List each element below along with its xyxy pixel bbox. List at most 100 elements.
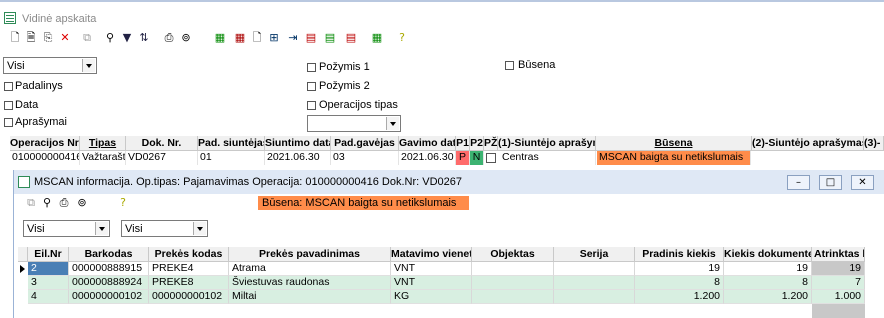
col-p1[interactable]: P1 bbox=[456, 136, 470, 151]
close-icon[interactable]: ✕ bbox=[851, 175, 874, 190]
child-filter1-select[interactable]: Visi bbox=[23, 220, 110, 237]
cell-dokumente: 1.200 bbox=[724, 290, 812, 304]
cell-dokumente: 19 bbox=[724, 262, 812, 276]
page-icon[interactable]: 🗋 bbox=[251, 32, 263, 44]
operacijos-tipas-checkbox[interactable] bbox=[307, 101, 316, 110]
col-siuntejo-aprasymas-1[interactable]: (1)-Siuntėjo aprašymas bbox=[498, 136, 596, 151]
child-window-title: MSCAN informacija. Op.tipas: Pajamavimas… bbox=[34, 176, 462, 188]
tree-icon[interactable]: ⚲ bbox=[41, 197, 53, 209]
delete-icon[interactable]: ✕ bbox=[59, 32, 71, 44]
bulb-icon[interactable]: ? bbox=[396, 32, 408, 44]
padalinys-checkbox[interactable] bbox=[4, 82, 13, 91]
col-operacijos-nr[interactable]: Operacijos Nr. bbox=[10, 136, 80, 151]
scope-select[interactable]: Visi bbox=[3, 57, 97, 74]
cell-serija bbox=[554, 290, 635, 304]
cell-eil-nr: 2 bbox=[28, 262, 69, 276]
copy-doc-icon[interactable]: ⎘ bbox=[42, 32, 54, 44]
col-objektas[interactable]: Objektas bbox=[472, 247, 554, 262]
cell-pavadinimas: Atrama bbox=[229, 262, 391, 276]
col-barkodas[interactable]: Barkodas bbox=[69, 247, 149, 262]
col-pad-gavejas[interactable]: Pad.gavėjas bbox=[331, 136, 399, 151]
bulb-icon[interactable]: ? bbox=[117, 197, 129, 209]
cell-siuntejo-aprasymas: Centras bbox=[498, 151, 596, 165]
new-doc-icon[interactable]: 🗋 bbox=[9, 32, 21, 44]
pozymis2-label: Požymis 2 bbox=[319, 80, 370, 92]
cell-siuntimo-data: 2021.06.30 bbox=[265, 151, 331, 165]
child-filter2-select[interactable]: Visi bbox=[121, 220, 208, 237]
minimize-icon[interactable]: – bbox=[787, 175, 810, 190]
col-3[interactable]: (3)- bbox=[864, 136, 884, 151]
binoculars-icon[interactable]: ⊚ bbox=[76, 197, 88, 209]
calendar-up-icon[interactable]: ▤ bbox=[324, 32, 336, 44]
col-pradinis-kiekis[interactable]: Pradinis kiekis bbox=[635, 247, 724, 262]
cell-pavadinimas: Šviestuvas raudonas bbox=[229, 276, 391, 290]
col-siuntimo-data[interactable]: Siuntimo data bbox=[265, 136, 331, 151]
col-prekes-kodas[interactable]: Prekės kodas bbox=[149, 247, 229, 262]
cell-matavimo: VNT bbox=[391, 262, 472, 276]
data-label: Data bbox=[15, 99, 39, 111]
cell-atrinktas: 1.000 bbox=[812, 290, 865, 304]
binoculars-icon[interactable]: ⊚ bbox=[180, 32, 192, 44]
col-kiekis-dokumente[interactable]: Kiekis dokumente bbox=[724, 247, 812, 262]
col-siuntejo-aprasymas-2[interactable]: (2)-Siuntėjo aprašymas bbox=[752, 136, 864, 151]
cell-gavimo-data: 2021.06.30 bbox=[399, 151, 456, 165]
col-gavimo-data[interactable]: Gavimo data bbox=[399, 136, 456, 151]
cell-objektas bbox=[472, 276, 554, 290]
pozymis2-checkbox[interactable] bbox=[307, 82, 316, 91]
col-dok-nr[interactable]: Dok. Nr. bbox=[126, 136, 198, 151]
app-icon bbox=[4, 12, 16, 24]
busena-checkbox[interactable] bbox=[505, 61, 514, 70]
cell-atrinktas: 7 bbox=[812, 276, 865, 290]
grid-add-icon[interactable]: ▦ bbox=[214, 32, 226, 44]
sort-icon[interactable]: ⇅ bbox=[138, 32, 150, 44]
calendar-x-icon[interactable]: ▤ bbox=[345, 32, 357, 44]
duplicate-icon[interactable]: ⧉ bbox=[81, 32, 93, 44]
aprasymai-checkbox[interactable] bbox=[4, 118, 13, 127]
table-row[interactable]: 2 000000888915 PREKE4 Atrama VNT 19 19 1… bbox=[18, 262, 884, 276]
cell-barkodas: 000000000102 bbox=[69, 290, 149, 304]
arrow-in-icon[interactable]: ⇥ bbox=[287, 32, 299, 44]
window-icon bbox=[18, 176, 30, 188]
col-eil-nr[interactable]: Eil.Nr bbox=[28, 247, 69, 262]
cell-pad-gavejas: 03 bbox=[331, 151, 399, 165]
col-pz[interactable]: PŽ bbox=[484, 136, 498, 151]
chevron-down-icon bbox=[193, 222, 206, 235]
tree-icon[interactable]: ⚲ bbox=[104, 32, 116, 44]
data-checkbox[interactable] bbox=[4, 101, 13, 110]
cell-barkodas: 000000888924 bbox=[69, 276, 149, 290]
copy-icon[interactable]: ⧉ bbox=[25, 197, 37, 209]
grid-edit-icon[interactable]: ▦ bbox=[234, 32, 246, 44]
cell-pz-checkbox[interactable] bbox=[486, 153, 496, 163]
print-icon[interactable]: ⎙ bbox=[163, 32, 175, 44]
link-icon[interactable]: ⊞ bbox=[268, 32, 280, 44]
col-p2[interactable]: P2 bbox=[470, 136, 484, 151]
col-busena[interactable]: Būsena bbox=[596, 136, 752, 151]
table-row[interactable]: 4 000000000102 000000000102 Miltai KG 1.… bbox=[18, 290, 884, 304]
grid-new-icon[interactable]: ▦ bbox=[371, 32, 383, 44]
calendar-icon[interactable]: ▤ bbox=[305, 32, 317, 44]
filter-icon[interactable]: ▼ bbox=[121, 32, 133, 44]
aprasymai-label: Aprašymai bbox=[15, 116, 67, 128]
maximize-icon[interactable]: □ bbox=[819, 175, 842, 190]
col-matavimo-vienetas[interactable]: Matavimo vienetas bbox=[391, 247, 472, 262]
doc-icon[interactable]: 🗎 bbox=[25, 32, 37, 44]
col-prekes-pavadinimas[interactable]: Prekės pavadinimas bbox=[229, 247, 391, 262]
cell-serija bbox=[554, 276, 635, 290]
print-icon[interactable]: ⎙ bbox=[58, 197, 70, 209]
col-pad-siuntejas[interactable]: Pad. siuntėjas bbox=[198, 136, 265, 151]
cell-pad-siuntejas: 01 bbox=[198, 151, 265, 165]
cell-barkodas: 000000888915 bbox=[69, 262, 149, 276]
col-serija[interactable]: Serija bbox=[554, 247, 635, 262]
table-row[interactable]: 010000000416 Važtaraštis VD0267 01 2021.… bbox=[10, 151, 884, 165]
cell-prekes-kodas: 000000000102 bbox=[149, 290, 229, 304]
main-window-title: Vidinė apskaita bbox=[22, 13, 97, 25]
pozymis1-checkbox[interactable] bbox=[307, 63, 316, 72]
cell-p2: N bbox=[470, 151, 484, 165]
table-row[interactable]: 3 000000888924 PREKE8 Šviestuvas raudona… bbox=[18, 276, 884, 290]
col-atrinktas[interactable]: Atrinktas k bbox=[812, 247, 865, 262]
col-tipas[interactable]: Tipas bbox=[80, 136, 126, 151]
chevron-down-icon bbox=[95, 222, 108, 235]
cell-pradinis: 1.200 bbox=[635, 290, 724, 304]
operacijos-tipas-select[interactable] bbox=[307, 115, 401, 132]
cell-matavimo: VNT bbox=[391, 276, 472, 290]
